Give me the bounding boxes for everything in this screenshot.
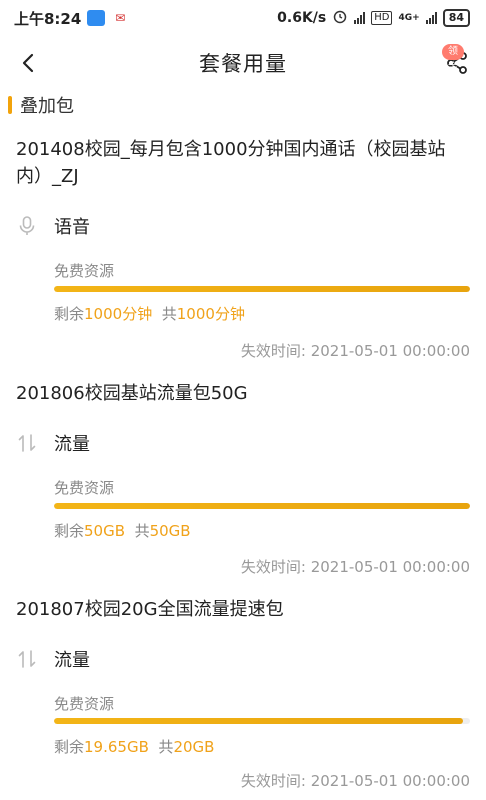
share-button[interactable]: 领金豆 xyxy=(442,44,470,89)
signal-icon-2 xyxy=(425,12,437,24)
top-nav: 套餐用量 领金豆 xyxy=(0,40,486,89)
expire-label: 失效时间: xyxy=(240,772,311,790)
total-value: 20GB xyxy=(173,738,215,756)
carrier-notification-icon: ✉ xyxy=(115,11,126,25)
free-resource-label: 免费资源 xyxy=(54,262,115,280)
section-accent-bar xyxy=(8,96,12,114)
resource-row: 流量 xyxy=(16,646,90,672)
microphone-icon xyxy=(19,216,35,235)
resource-name: 流量 xyxy=(54,650,90,671)
status-bar-right: 0.6K/s HD 4G+ 84 xyxy=(277,8,470,28)
status-time: 上午8:24 xyxy=(14,9,82,28)
usage-progress-fill xyxy=(54,718,463,724)
total-value: 50GB xyxy=(149,522,191,540)
alarm-icon xyxy=(332,8,348,28)
remaining-value: 19.65GB xyxy=(84,738,149,756)
remaining-prefix: 剩余 xyxy=(54,305,85,323)
battery-indicator: 84 xyxy=(442,9,470,27)
data-transfer-icon xyxy=(18,434,36,452)
remaining-line: 剩余1000分钟 共1000分钟 xyxy=(54,303,245,324)
expire-value: 2021-05-01 00:00:00 xyxy=(310,558,470,576)
hd-badge: HD xyxy=(371,11,393,25)
expire-line: 失效时间: 2021-05-01 00:00:00 xyxy=(241,340,470,361)
remaining-value: 1000分钟 xyxy=(84,305,153,323)
total-prefix: 共 xyxy=(161,305,177,323)
net-speed: 0.6K/s xyxy=(277,10,327,26)
package-title: 201807校园20G全国流量提速包 xyxy=(16,599,284,620)
gold-bean-badge[interactable]: 领金豆 xyxy=(442,44,464,89)
signal-icon xyxy=(354,12,366,24)
expire-label: 失效时间: xyxy=(240,342,311,360)
resource-row: 流量 xyxy=(16,430,90,456)
expire-value: 2021-05-01 00:00:00 xyxy=(310,772,470,790)
resource-name: 流量 xyxy=(54,434,90,455)
expire-label: 失效时间: xyxy=(240,558,311,576)
remaining-prefix: 剩余 xyxy=(54,738,85,756)
total-prefix: 共 xyxy=(158,738,174,756)
section-header-addon: 叠加包 xyxy=(8,93,74,117)
status-bar: 上午8:24 ✉ 0.6K/s HD 4G+ 84 xyxy=(0,0,486,36)
chevron-left-icon xyxy=(22,53,34,73)
resource-name: 语音 xyxy=(54,217,90,238)
remaining-prefix: 剩余 xyxy=(54,522,85,540)
section-title: 叠加包 xyxy=(20,96,74,117)
net-type: 4G+ xyxy=(398,13,420,23)
usage-progress-bar xyxy=(54,286,470,292)
remaining-value: 50GB xyxy=(84,522,126,540)
free-resource-label: 免费资源 xyxy=(54,479,115,497)
page-title: 套餐用量 xyxy=(199,52,287,76)
usage-progress-bar xyxy=(54,503,470,509)
resource-row: 语音 xyxy=(16,213,90,239)
free-resource-label: 免费资源 xyxy=(54,695,115,713)
package-title: 201806校园基站流量包50G xyxy=(16,383,248,404)
expire-line: 失效时间: 2021-05-01 00:00:00 xyxy=(241,770,470,791)
usage-progress-fill xyxy=(54,503,470,509)
expire-value: 2021-05-01 00:00:00 xyxy=(310,342,470,360)
remaining-line: 剩余19.65GB 共20GB xyxy=(54,736,214,757)
remaining-line: 剩余50GB 共50GB xyxy=(54,520,191,541)
usage-progress-bar xyxy=(54,718,470,724)
usage-progress-fill xyxy=(54,286,470,292)
status-bar-left: 上午8:24 ✉ xyxy=(14,8,129,29)
back-button[interactable] xyxy=(16,50,42,76)
app-notification-icon xyxy=(87,10,106,26)
expire-line: 失效时间: 2021-05-01 00:00:00 xyxy=(241,556,470,577)
total-value: 1000分钟 xyxy=(176,305,245,323)
total-prefix: 共 xyxy=(134,522,150,540)
package-title: 201408校园_每月包含1000分钟国内通话（校园基站内）_ZJ xyxy=(16,139,446,187)
data-transfer-icon xyxy=(18,650,36,668)
